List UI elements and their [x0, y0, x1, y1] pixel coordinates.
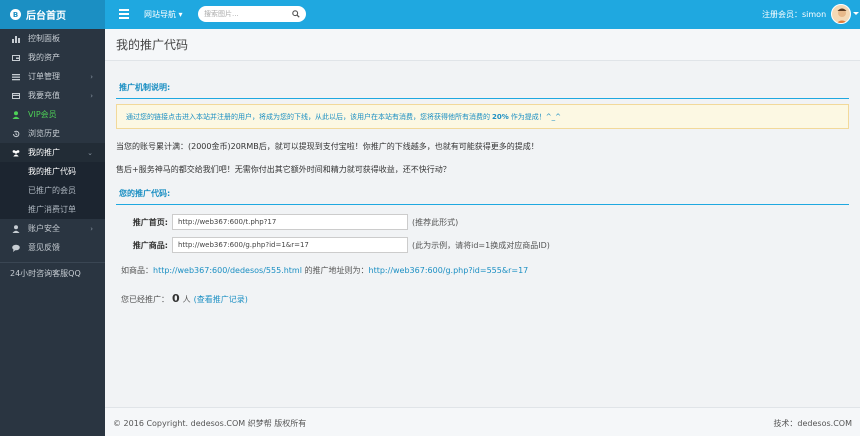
sidebar-item-dashboard[interactable]: 控制面板	[0, 29, 105, 48]
sidebar-item-history[interactable]: 浏览历史	[0, 124, 105, 143]
chevron-right-icon: ›	[90, 225, 93, 233]
chevron-down-icon: ⌄	[87, 149, 93, 157]
sidebar-item-orders[interactable]: 订单管理 ›	[0, 67, 105, 86]
sidebar-item-label: 我的推广	[28, 148, 60, 157]
user-menu-label[interactable]: 注册会员：simon	[762, 9, 826, 20]
section-heading-code: 您的推广代码:	[116, 188, 849, 205]
comment-icon	[12, 244, 20, 252]
product-link-label: 推广商品:	[132, 240, 168, 250]
sidebar-subitem-my-code[interactable]: 我的推广代码	[0, 162, 105, 181]
chevron-right-icon: ›	[90, 73, 93, 81]
user-icon	[12, 224, 20, 233]
brand-logo-icon: B	[10, 9, 21, 20]
form-row-product: 推广商品: (此为示例，请将id=1换成对应商品ID)	[116, 237, 849, 253]
sidebar-item-label: 我的资产	[28, 53, 60, 62]
example-line: 如商品：http://web367:600/dedesos/555.html 的…	[116, 265, 849, 276]
footer-tech: 技术：dedesos.COM	[773, 419, 852, 428]
wallet-icon	[12, 54, 20, 62]
home-link-field[interactable]	[172, 214, 408, 230]
sidebar-item-label: VIP会员	[28, 110, 57, 119]
example-prefix: 如商品：	[121, 266, 153, 275]
chevron-right-icon: ›	[90, 92, 93, 100]
footer-copyright: © 2016 Copyright. dedesos.COM 织梦帮 版权所有	[113, 419, 307, 428]
history-icon	[12, 130, 20, 138]
promoted-count: 0	[172, 292, 180, 305]
sidebar-item-label: 账户安全	[28, 224, 60, 233]
sidebar-qq-support[interactable]: 24小时咨询客服QQ	[0, 263, 105, 283]
sidebar-submenu-promotion: 我的推广代码 已推广的会员 推广消费订单	[0, 162, 105, 219]
sidebar-item-feedback[interactable]: 意见反馈	[0, 238, 105, 257]
home-link-label: 推广首页:	[132, 217, 168, 227]
example-product-link[interactable]: http://web367:600/dedesos/555.html	[153, 266, 302, 275]
search-icon[interactable]	[292, 10, 300, 18]
chevron-down-icon: ▾	[178, 10, 183, 19]
group-icon	[12, 149, 20, 157]
sidebar-item-security[interactable]: 账户安全 ›	[0, 219, 105, 238]
sidebar-item-promotion[interactable]: 我的推广 ⌄	[0, 143, 105, 162]
home-link-hint: (推荐此形式)	[412, 217, 459, 227]
sidebar-item-label: 控制面板	[28, 34, 60, 43]
sidebar-item-label: 浏览历史	[28, 129, 60, 138]
sidebar: 控制面板 我的资产 订单管理 › 我要充值 › VIP会员 浏览历史 我的推广 …	[0, 29, 105, 436]
page-header: 我的推广代码	[105, 29, 860, 61]
main-content: 我的推广代码 推广机制说明: 通过您的链接点击进入本站并注册的用户，将成为您的下…	[105, 29, 860, 407]
footer: © 2016 Copyright. dedesos.COM 织梦帮 版权所有 技…	[105, 407, 860, 436]
user-icon	[12, 110, 20, 119]
notice-text: 通过您的链接点击进入本站并注册的用户，将成为您的下线，从此以后，该用户在本站有消…	[126, 112, 490, 121]
menu-toggle-icon[interactable]	[119, 9, 129, 19]
promoted-unit: 人	[182, 295, 191, 304]
example-middle: 的推广地址则为：	[304, 266, 369, 275]
service-info: 售后+服务神马的都交给我们吧！无需你付出其它额外时间和精力就可获得收益，还不快行…	[116, 165, 451, 174]
page-title: 我的推广代码	[116, 38, 189, 52]
avatar[interactable]	[831, 4, 851, 24]
promotion-notice: 通过您的链接点击进入本站并注册的用户，将成为您的下线，从此以后，该用户在本站有消…	[116, 104, 849, 129]
card-icon	[12, 92, 20, 100]
bar-chart-icon	[12, 35, 20, 43]
brand-home-link[interactable]: B 后台首页	[0, 0, 105, 29]
sidebar-item-assets[interactable]: 我的资产	[0, 48, 105, 67]
promoted-count-line: 您已经推广： 0 人 (查看推广记录)	[116, 292, 849, 305]
product-link-hint: (此为示例，请将id=1换成对应商品ID)	[412, 240, 550, 250]
form-row-home: 推广首页: (推荐此形式)	[116, 214, 849, 230]
sidebar-item-label: 我要充值	[28, 91, 60, 100]
user-menu-caret-icon[interactable]	[853, 12, 859, 15]
sidebar-subitem-promoted-members[interactable]: 已推广的会员	[0, 181, 105, 200]
view-promotion-records-link[interactable]: (查看推广记录)	[194, 294, 248, 305]
notice-text-end: 作为提成！^_^	[510, 112, 561, 121]
search-box	[198, 6, 306, 22]
withdraw-info: 当您的账号累计满：(2000金币)20RMB后，就可以提现到支付宝啦！你推广的下…	[116, 142, 539, 151]
promoted-prefix: 您已经推广：	[121, 295, 169, 304]
site-nav-dropdown[interactable]: 网站导航 ▾	[144, 9, 183, 20]
top-bar: B 后台首页 网站导航 ▾ 注册会员：simon	[0, 0, 860, 29]
sidebar-item-label: 意见反馈	[28, 243, 60, 252]
brand-title: 后台首页	[26, 11, 66, 22]
list-icon	[12, 73, 20, 81]
example-promo-link[interactable]: http://web367:600/g.php?id=555&r=17	[369, 266, 529, 275]
sidebar-item-recharge[interactable]: 我要充值 ›	[0, 86, 105, 105]
product-link-field[interactable]	[172, 237, 408, 253]
sidebar-item-label: 订单管理	[28, 72, 60, 81]
notice-percentage: 20%	[492, 112, 509, 121]
avatar-image	[836, 8, 848, 23]
search-input[interactable]	[204, 8, 290, 20]
sidebar-item-vip[interactable]: VIP会员	[0, 105, 105, 124]
sidebar-subitem-promotion-orders[interactable]: 推广消费订单	[0, 200, 105, 219]
site-nav-label: 网站导航	[144, 10, 176, 19]
section-heading-mechanism: 推广机制说明:	[116, 82, 849, 99]
